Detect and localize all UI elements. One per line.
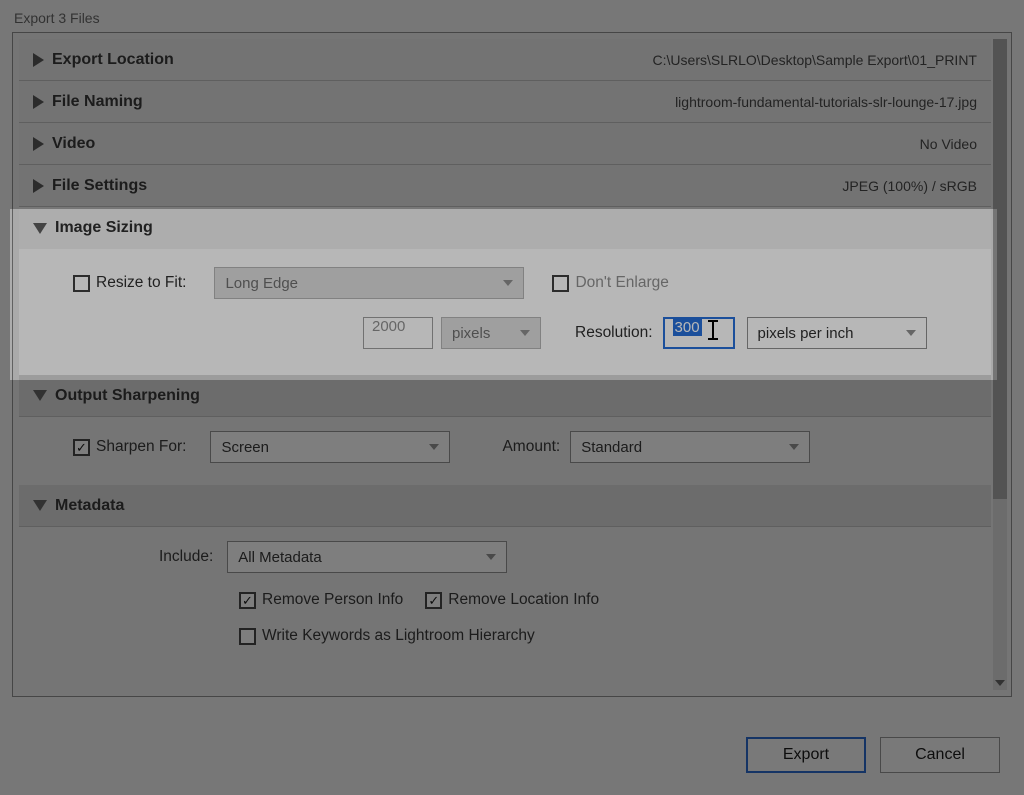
resolution-label: Resolution: xyxy=(575,324,653,342)
remove-location-info-label: Remove Location Info xyxy=(448,591,599,609)
resolution-unit-dropdown[interactable]: pixels per inch xyxy=(747,317,927,349)
fit-mode-value: Long Edge xyxy=(225,275,298,292)
disclosure-down-icon xyxy=(33,223,47,234)
chevron-down-icon xyxy=(486,554,496,560)
window-title: Export 3 Files xyxy=(0,0,1024,32)
chevron-down-icon xyxy=(503,280,513,286)
chevron-down-icon xyxy=(906,330,916,336)
section-summary: JPEG (100%) / sRGB xyxy=(842,178,977,194)
metadata-include-dropdown[interactable]: All Metadata xyxy=(227,541,507,573)
dont-enlarge-checkbox[interactable] xyxy=(552,275,569,292)
export-button[interactable]: Export xyxy=(746,737,866,773)
resolution-value: 300 xyxy=(673,319,702,336)
section-title: File Settings xyxy=(52,177,147,195)
disclosure-right-icon xyxy=(33,179,44,193)
section-title: Image Sizing xyxy=(55,219,153,237)
sharpen-for-checkbox[interactable] xyxy=(73,439,90,456)
metadata-body: Include: All Metadata Remove Person Info… xyxy=(19,527,991,667)
section-output-sharpening[interactable]: Output Sharpening xyxy=(19,375,991,417)
dont-enlarge-label: Don't Enlarge xyxy=(575,274,668,292)
sharpen-medium-dropdown[interactable]: Screen xyxy=(210,431,450,463)
section-metadata[interactable]: Metadata xyxy=(19,485,991,527)
chevron-down-icon xyxy=(429,444,439,450)
sharpen-medium-value: Screen xyxy=(221,439,269,456)
disclosure-down-icon xyxy=(33,390,47,401)
section-summary: C:\Users\SLRLO\Desktop\Sample Export\01_… xyxy=(653,52,977,68)
sharpen-amount-value: Standard xyxy=(581,439,642,456)
section-export-location[interactable]: Export Location C:\Users\SLRLO\Desktop\S… xyxy=(19,39,991,81)
section-video[interactable]: Video No Video xyxy=(19,123,991,165)
section-image-sizing[interactable]: Image Sizing xyxy=(19,207,991,249)
resolution-unit-value: pixels per inch xyxy=(758,325,854,342)
disclosure-down-icon xyxy=(33,500,47,511)
section-file-naming[interactable]: File Naming lightroom-fundamental-tutori… xyxy=(19,81,991,123)
sharpen-amount-dropdown[interactable]: Standard xyxy=(570,431,810,463)
dimension-input[interactable]: 2000 xyxy=(363,317,433,349)
dimension-unit-value: pixels xyxy=(452,325,490,342)
section-title: Video xyxy=(52,135,95,153)
cancel-button[interactable]: Cancel xyxy=(880,737,1000,773)
section-title: Output Sharpening xyxy=(55,387,200,405)
section-summary: No Video xyxy=(920,136,977,152)
export-panels: Export Location C:\Users\SLRLO\Desktop\S… xyxy=(12,32,1012,697)
fit-mode-dropdown[interactable]: Long Edge xyxy=(214,267,524,299)
dimension-unit-dropdown[interactable]: pixels xyxy=(441,317,541,349)
scroll-area: Export Location C:\Users\SLRLO\Desktop\S… xyxy=(13,33,1011,696)
scroll-down-icon[interactable] xyxy=(993,676,1007,690)
write-keywords-label: Write Keywords as Lightroom Hierarchy xyxy=(262,627,535,645)
section-title: File Naming xyxy=(52,93,143,111)
chevron-down-icon xyxy=(789,444,799,450)
resolution-input[interactable]: 300 xyxy=(663,317,735,349)
disclosure-right-icon xyxy=(33,137,44,151)
section-title: Export Location xyxy=(52,51,174,69)
resize-to-fit-label: Resize to Fit: xyxy=(96,274,186,292)
amount-label: Amount: xyxy=(502,438,560,456)
section-summary: lightroom-fundamental-tutorials-slr-loun… xyxy=(675,94,977,110)
vertical-scrollbar[interactable] xyxy=(993,39,1007,690)
remove-person-info-label: Remove Person Info xyxy=(262,591,403,609)
resize-to-fit-checkbox[interactable] xyxy=(73,275,90,292)
dialog-footer: Export Cancel xyxy=(746,737,1000,773)
scroll-thumb[interactable] xyxy=(993,39,1007,499)
chevron-down-icon xyxy=(520,330,530,336)
section-title: Metadata xyxy=(55,497,124,515)
remove-location-info-checkbox[interactable] xyxy=(425,592,442,609)
disclosure-right-icon xyxy=(33,53,44,67)
disclosure-right-icon xyxy=(33,95,44,109)
include-label: Include: xyxy=(159,548,213,566)
metadata-include-value: All Metadata xyxy=(238,549,321,566)
section-file-settings[interactable]: File Settings JPEG (100%) / sRGB xyxy=(19,165,991,207)
sharpen-for-label: Sharpen For: xyxy=(96,438,186,456)
image-sizing-body: Resize to Fit: Long Edge Don't Enlarge 2… xyxy=(19,249,991,375)
write-keywords-checkbox[interactable] xyxy=(239,628,256,645)
remove-person-info-checkbox[interactable] xyxy=(239,592,256,609)
output-sharpening-body: Sharpen For: Screen Amount: Standard xyxy=(19,417,991,485)
